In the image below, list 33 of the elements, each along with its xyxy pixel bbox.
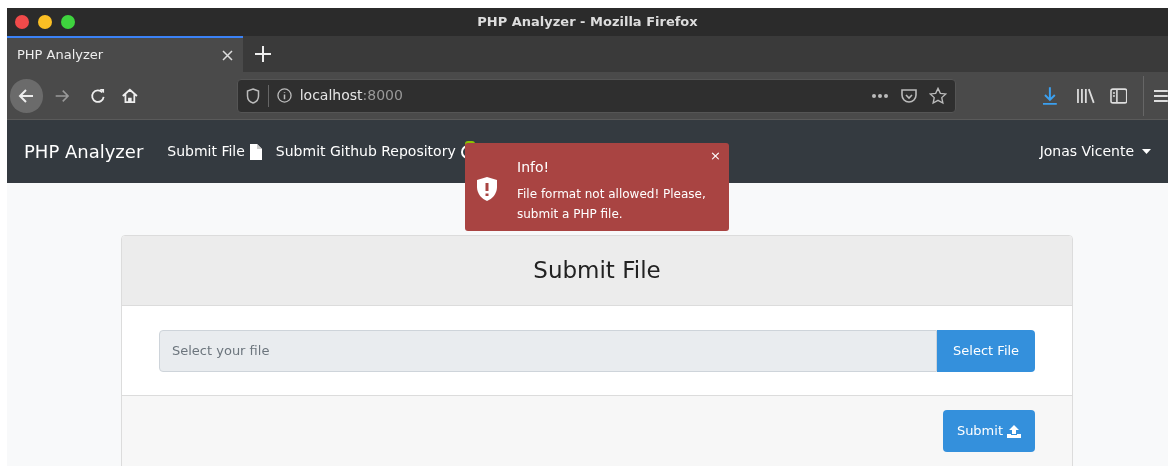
- minimize-window-icon[interactable]: [38, 15, 52, 29]
- browser-tab[interactable]: PHP Analyzer: [7, 36, 243, 72]
- close-window-icon[interactable]: [15, 15, 29, 29]
- card-title: Submit File: [533, 256, 661, 286]
- file-input-field[interactable]: Select your file: [159, 329, 938, 372]
- download-icon[interactable]: [1042, 85, 1058, 106]
- upload-icon: [1007, 424, 1021, 438]
- library-icon[interactable]: [1075, 86, 1096, 105]
- shield-icon[interactable]: [245, 87, 260, 104]
- sidebar-icon[interactable]: [1109, 87, 1128, 104]
- toast-message: File format not allowed! Please, submit a PHP file.: [517, 186, 707, 223]
- back-icon[interactable]: [10, 78, 44, 113]
- toast-title: Info!: [517, 158, 551, 177]
- brand-title[interactable]: PHP Analyzer: [24, 138, 144, 165]
- new-tab-icon[interactable]: [255, 46, 271, 62]
- pocket-icon[interactable]: [900, 86, 919, 105]
- home-icon[interactable]: [120, 86, 139, 105]
- address-bar[interactable]: localhost:8000: [236, 78, 957, 113]
- nav-link[interactable]: Submit File: [167, 141, 262, 162]
- close-tab-icon[interactable]: [222, 49, 233, 61]
- user-menu[interactable]: Jonas Vicente: [1039, 141, 1151, 162]
- maximize-window-icon[interactable]: [61, 15, 75, 29]
- caret-icon: [1142, 149, 1151, 154]
- more-icon[interactable]: [871, 92, 890, 99]
- url-text: localhost:8000: [299, 86, 403, 105]
- reload-icon[interactable]: [89, 86, 107, 105]
- close-button[interactable]: ×: [710, 146, 721, 166]
- file-icon: [249, 143, 262, 160]
- shield-alert-icon: [477, 177, 497, 201]
- info-icon[interactable]: [276, 88, 292, 103]
- window-title: PHP Analyzer - Mozilla Firefox: [477, 13, 698, 32]
- star-icon[interactable]: [929, 86, 948, 105]
- menu-icon[interactable]: [1154, 88, 1168, 103]
